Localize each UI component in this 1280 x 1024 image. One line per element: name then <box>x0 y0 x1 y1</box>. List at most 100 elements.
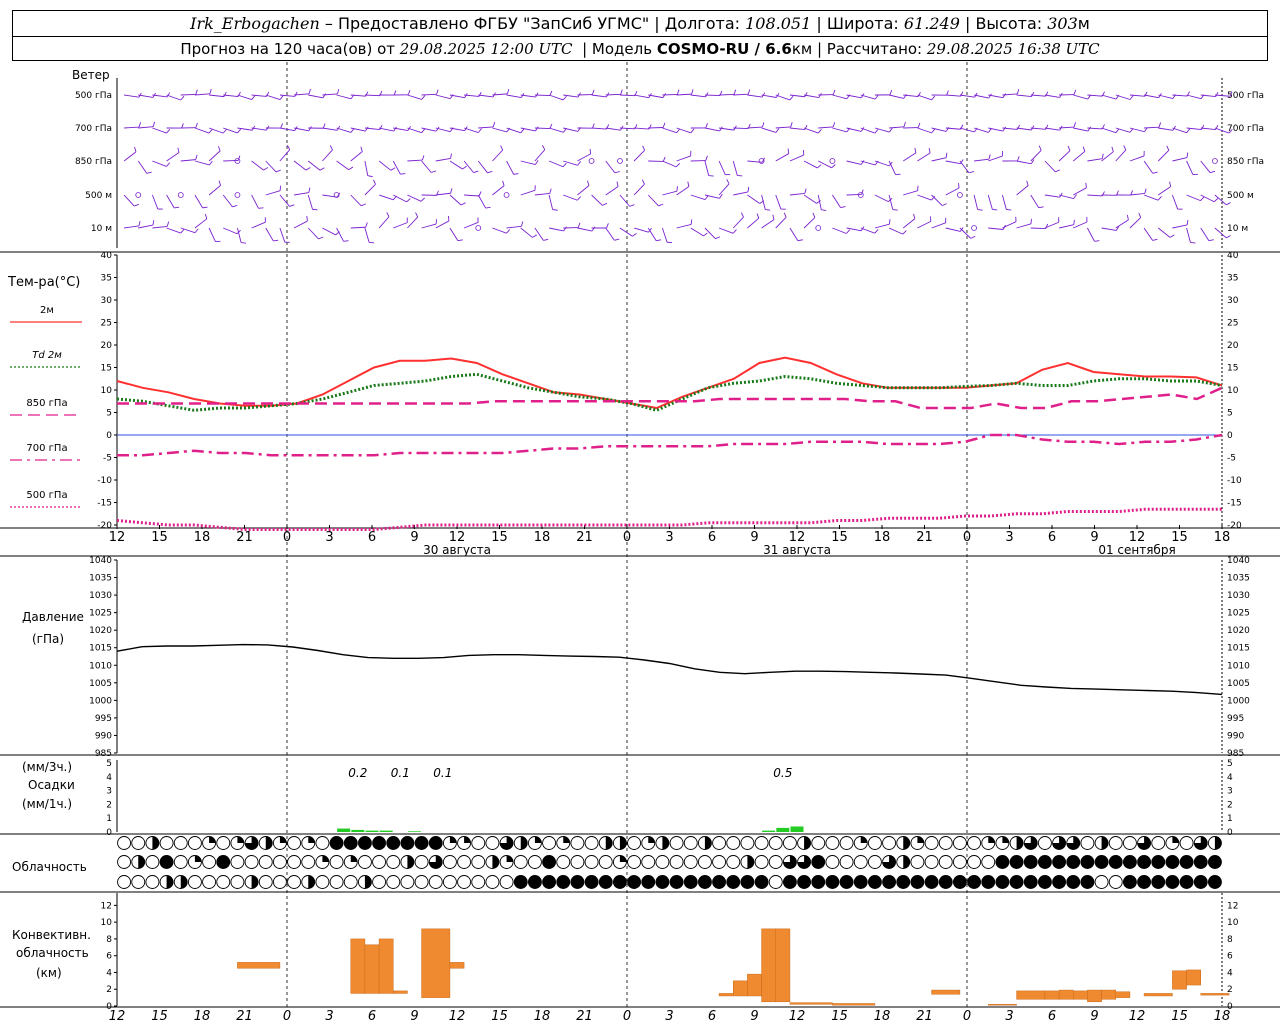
wind-barb <box>662 190 678 196</box>
wind-barb <box>548 194 554 210</box>
wind-barb-feather <box>705 155 708 161</box>
hour-label-top-15: 9 <box>750 530 758 545</box>
wind-barb <box>988 227 1004 230</box>
wind-barb-feather <box>447 215 450 221</box>
wind-barb <box>251 194 259 209</box>
cloud-circle <box>910 855 925 869</box>
precip-bar-3 <box>379 830 393 832</box>
wind-barb <box>294 127 309 132</box>
wind-barb <box>775 194 782 210</box>
conv-cloud-bar-0 <box>237 962 281 969</box>
wind-barb-feather <box>365 222 368 228</box>
date-label-2: 01 сентября <box>1098 543 1175 557</box>
wind-barb <box>1157 227 1171 238</box>
temp-ytick-right-12: 40 <box>1227 251 1239 261</box>
wind-barb-feather <box>902 230 907 235</box>
wind-barb <box>761 219 775 229</box>
wind-barb <box>818 160 832 169</box>
cloud-fraction <box>492 855 499 869</box>
cloud-circle <box>372 855 387 869</box>
conv-ytick-right-4: 8 <box>1227 935 1233 945</box>
wind-barb-feather <box>393 126 397 132</box>
temp-series-0 <box>116 356 1223 410</box>
wind-barb-feather <box>846 229 851 234</box>
wind-barb <box>648 127 664 129</box>
wind-barb-feather <box>360 146 363 152</box>
wind-barb-feather <box>946 90 949 96</box>
wind-barb <box>789 127 805 130</box>
wind-barb-feather <box>478 191 482 197</box>
wind-level-right-2: 850 гПа <box>1227 157 1264 167</box>
wind-barb <box>1016 160 1032 165</box>
hour-label-top-4: 0 <box>283 530 291 545</box>
wind-barb <box>506 160 514 175</box>
wind-barb-feather <box>1031 91 1035 97</box>
wind-barb <box>1058 150 1071 162</box>
wind-level-left-4: 10 м <box>91 224 112 234</box>
cloud-circle <box>570 875 585 889</box>
cloud-circle <box>768 836 783 850</box>
wind-barb <box>747 94 763 98</box>
wind-barb-feather <box>386 212 390 217</box>
cloud-fraction <box>563 836 570 843</box>
cloud-fraction <box>180 875 188 889</box>
wind-barb <box>1143 160 1154 174</box>
wind-barb <box>803 194 817 204</box>
wind-barb <box>520 94 536 98</box>
wind-barb-feather <box>1002 93 1007 98</box>
cloud-circle <box>825 855 840 869</box>
precip-bar-6 <box>776 827 790 832</box>
cloud-fraction <box>1214 836 1222 850</box>
wind-barb-feather <box>1152 171 1158 174</box>
pressure-ytick-right-3: 1000 <box>1227 696 1250 706</box>
hour-label-bottom-14: 6 <box>708 1009 716 1024</box>
cloud-circle <box>1037 836 1052 850</box>
cloud-fraction <box>619 836 627 850</box>
wind-barb <box>874 160 890 167</box>
wind-barb <box>619 94 635 97</box>
wind-barb <box>166 227 181 234</box>
wind-barb <box>832 194 841 208</box>
cloud-circle <box>683 855 698 869</box>
cloud-circle <box>1193 855 1208 869</box>
wind-barb <box>1214 227 1227 239</box>
cloud-circle <box>1165 855 1180 869</box>
wind-barb <box>534 94 550 97</box>
wind-barb-feather <box>223 91 227 97</box>
cloud-circle <box>527 875 542 889</box>
cloud-circle <box>400 836 415 850</box>
wind-barb-feather <box>606 223 609 229</box>
wind-barb <box>846 160 862 165</box>
wind-barb-feather <box>421 128 426 134</box>
wind-barb <box>888 227 903 235</box>
wind-barb-feather <box>436 89 439 95</box>
wind-barb <box>463 127 479 133</box>
cloud-circle <box>768 855 783 869</box>
wind-barb <box>1144 94 1159 99</box>
wind-barb-feather <box>222 129 227 134</box>
wind-barb <box>506 127 521 134</box>
wind-barb-feather <box>790 122 793 128</box>
wind-barb <box>917 127 932 134</box>
wind-barb <box>789 154 804 162</box>
wind-barb <box>931 194 943 206</box>
wind-barb <box>832 127 848 133</box>
wind-barb <box>1186 160 1194 175</box>
wind-barb <box>534 127 550 130</box>
wind-barb <box>789 94 805 98</box>
temp-legend-label-2: 850 гПа <box>26 398 67 409</box>
cloud-circle <box>131 836 146 850</box>
wind-barb <box>492 185 505 196</box>
wind-barb-feather <box>1166 145 1170 151</box>
cloud-fraction <box>520 836 528 850</box>
wind-barb <box>1087 158 1103 162</box>
wind-barb <box>718 160 726 175</box>
wind-barb <box>307 194 313 210</box>
wind-barb-feather <box>740 212 744 218</box>
wind-barb <box>1002 221 1017 229</box>
temp-ytick-right-7: 15 <box>1227 364 1238 374</box>
wind-barb <box>492 149 504 162</box>
precip-ytick-left-4: 4 <box>106 773 112 783</box>
wind-barb <box>987 194 993 210</box>
wind-calm-mark <box>957 192 963 198</box>
